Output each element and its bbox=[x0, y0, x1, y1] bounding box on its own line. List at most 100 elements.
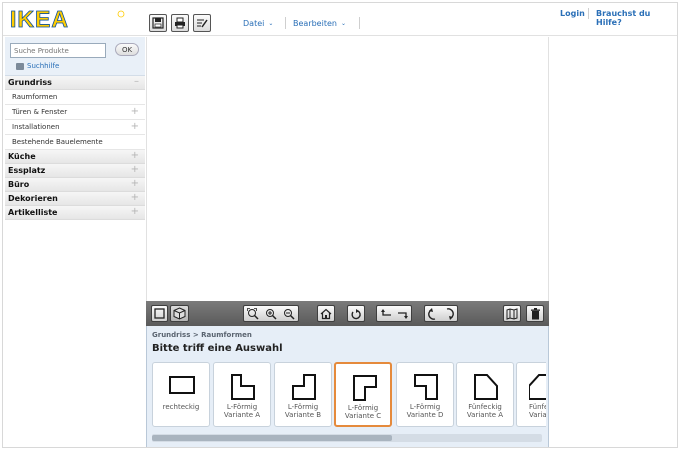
view-toolbar bbox=[146, 301, 549, 326]
pentagon-shape-b-icon bbox=[529, 374, 546, 400]
breadcrumb: Grundriss > Raumformen bbox=[152, 331, 252, 339]
rotate-left-icon[interactable] bbox=[380, 308, 392, 319]
category-artikelliste[interactable]: Artikelliste + bbox=[5, 206, 145, 220]
catalog-icon bbox=[506, 307, 518, 320]
chevron-down-icon: ⌄ bbox=[268, 20, 274, 27]
expand-icon[interactable]: + bbox=[131, 150, 139, 161]
undo-icon bbox=[351, 308, 361, 319]
view-3d-button[interactable] bbox=[170, 305, 189, 322]
scrollbar-thumb[interactable] bbox=[152, 435, 392, 441]
home-icon bbox=[320, 308, 332, 319]
save-button[interactable] bbox=[149, 14, 167, 32]
shape-card-pentagon-a[interactable]: Fünfeckig Variante A bbox=[456, 362, 514, 427]
category-label: Artikelliste bbox=[8, 208, 58, 217]
sidebar: OK Suchhilfe Grundriss – Raumformen Türe… bbox=[5, 37, 145, 447]
category-label: Dekorieren bbox=[8, 194, 58, 203]
app-frame: IKEA Datei ⌄ Bearbeiten ⌄ Login Brauchst… bbox=[2, 2, 678, 448]
l-shape-d-icon bbox=[414, 374, 438, 400]
sidebar-item-label: Bestehende Bauelemente bbox=[12, 138, 103, 146]
breadcrumb-separator: > bbox=[192, 331, 199, 339]
breadcrumb-root[interactable]: Grundriss bbox=[152, 331, 190, 339]
l-shape-a-icon bbox=[231, 374, 255, 400]
shape-card-rechteckig[interactable]: rechteckig bbox=[152, 362, 210, 427]
shape-card-l-c[interactable]: L-Förmig Variante C bbox=[334, 362, 392, 427]
zoom-in-icon[interactable] bbox=[265, 308, 277, 320]
rotate-group bbox=[376, 305, 412, 322]
home-button[interactable] bbox=[317, 305, 335, 322]
view-2d-icon bbox=[154, 308, 165, 319]
login-link[interactable]: Login bbox=[560, 9, 585, 18]
sidebar-item-label: Raumformen bbox=[12, 93, 58, 101]
help-icon bbox=[16, 63, 24, 70]
help-link[interactable]: Brauchst du Hilfe? bbox=[596, 9, 677, 27]
menu-bearbeiten[interactable]: Bearbeiten ⌄ bbox=[293, 19, 346, 28]
horizontal-scrollbar[interactable] bbox=[152, 434, 542, 442]
zoom-out-icon[interactable] bbox=[283, 308, 295, 320]
search-input[interactable] bbox=[10, 43, 106, 58]
header: IKEA Datei ⌄ Bearbeiten ⌄ Login Brauchst… bbox=[3, 3, 677, 36]
shape-label: Fünfeckig Variante A bbox=[466, 403, 504, 419]
view-3d-icon bbox=[173, 307, 186, 320]
shape-card-l-b[interactable]: L-Förmig Variante B bbox=[274, 362, 332, 427]
print-icon bbox=[175, 17, 185, 29]
rotate-right-icon[interactable] bbox=[397, 309, 409, 319]
shape-card-l-a[interactable]: L-Förmig Variante A bbox=[213, 362, 271, 427]
expand-icon[interactable]: + bbox=[131, 206, 139, 217]
category-label: Büro bbox=[8, 180, 30, 189]
category-dekorieren[interactable]: Dekorieren + bbox=[5, 192, 145, 206]
category-label: Grundriss bbox=[8, 78, 52, 87]
shape-label: rechteckig bbox=[162, 403, 200, 411]
trash-icon bbox=[530, 307, 540, 319]
undo-button[interactable] bbox=[347, 305, 365, 322]
planning-canvas[interactable] bbox=[146, 37, 549, 302]
delete-button[interactable] bbox=[526, 305, 544, 322]
category-essplatz[interactable]: Essplatz + bbox=[5, 164, 145, 178]
edit-list-button[interactable] bbox=[193, 14, 211, 32]
shape-label: L-Förmig Variante D bbox=[406, 403, 444, 419]
rotate-ccw-icon[interactable] bbox=[428, 307, 438, 320]
shape-label: L-Förmig Variante B bbox=[284, 403, 322, 419]
zoom-fit-icon[interactable] bbox=[247, 307, 259, 320]
shape-label: L-Förmig Variante C bbox=[344, 404, 382, 420]
sidebar-item-installationen[interactable]: Installationen + bbox=[5, 120, 145, 135]
search-area: OK Suchhilfe bbox=[5, 37, 145, 76]
l-shape-b-icon bbox=[292, 374, 316, 400]
room-shape-panel: Grundriss > Raumformen Bitte triff eine … bbox=[146, 326, 549, 447]
collapse-icon[interactable]: – bbox=[134, 76, 139, 87]
menu-bearbeiten-label: Bearbeiten bbox=[293, 19, 337, 28]
rectangle-shape-icon bbox=[169, 376, 195, 394]
shape-label: FünfeckigVarian bbox=[529, 403, 546, 419]
rotate-cw-icon[interactable] bbox=[444, 307, 454, 320]
menu-datei-label: Datei bbox=[243, 19, 265, 28]
search-help-link[interactable]: Suchhilfe bbox=[27, 62, 59, 70]
category-kueche[interactable]: Küche + bbox=[5, 150, 145, 164]
category-buero[interactable]: Büro + bbox=[5, 178, 145, 192]
search-ok-button[interactable]: OK bbox=[115, 43, 139, 56]
sidebar-item-label: Türen & Fenster bbox=[12, 108, 68, 116]
shape-card-pentagon-b[interactable]: FünfeckigVarian bbox=[516, 362, 546, 427]
ikea-logo[interactable]: IKEA bbox=[10, 6, 128, 32]
expand-icon[interactable]: + bbox=[131, 178, 139, 189]
sidebar-item-tueren-fenster[interactable]: Türen & Fenster + bbox=[5, 105, 145, 120]
shape-card-l-d[interactable]: L-Förmig Variante D bbox=[396, 362, 454, 427]
expand-icon[interactable]: + bbox=[131, 164, 139, 175]
category-grundriss[interactable]: Grundriss – bbox=[5, 76, 145, 90]
l-shape-c-icon bbox=[353, 375, 377, 401]
view-2d-button[interactable] bbox=[151, 305, 168, 322]
selection-prompt: Bitte triff eine Auswahl bbox=[152, 343, 283, 354]
link-separator bbox=[588, 8, 589, 19]
chevron-down-icon: ⌄ bbox=[340, 20, 346, 27]
sidebar-item-raumformen[interactable]: Raumformen bbox=[5, 90, 145, 105]
expand-icon[interactable]: + bbox=[131, 192, 139, 203]
print-button[interactable] bbox=[171, 14, 189, 32]
expand-icon[interactable]: + bbox=[131, 121, 139, 132]
expand-icon[interactable]: + bbox=[131, 106, 139, 117]
catalog-button[interactable] bbox=[503, 305, 521, 322]
svg-text:IKEA: IKEA bbox=[10, 8, 69, 30]
sidebar-item-bestehende-bauelemente[interactable]: Bestehende Bauelemente bbox=[5, 135, 145, 150]
save-icon bbox=[152, 17, 164, 29]
category-label: Küche bbox=[8, 152, 36, 161]
menu-datei[interactable]: Datei ⌄ bbox=[243, 19, 273, 28]
zoom-group bbox=[243, 305, 299, 322]
edit-list-icon bbox=[197, 19, 208, 28]
